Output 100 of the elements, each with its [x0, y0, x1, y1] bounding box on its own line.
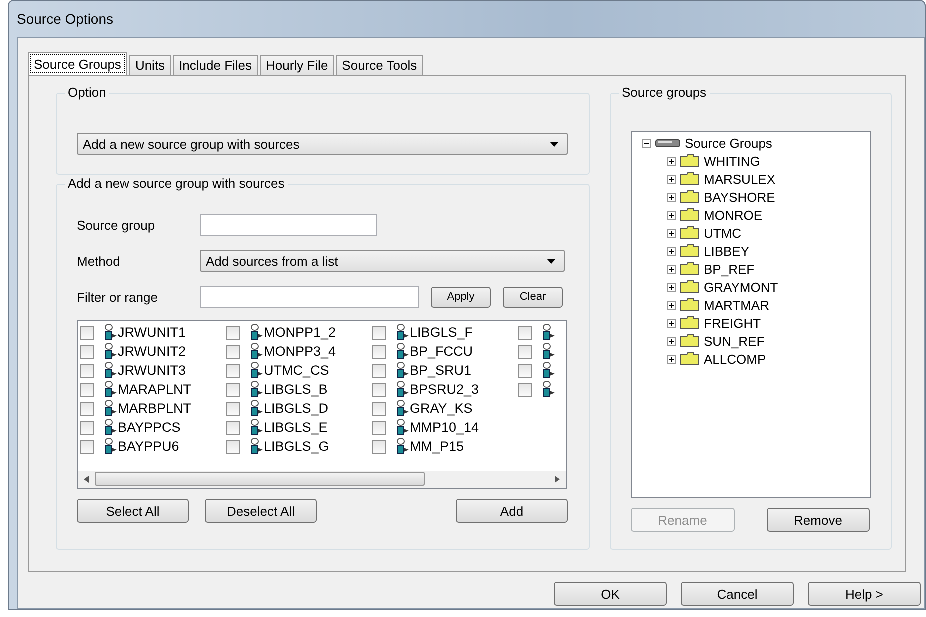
checkbox[interactable]	[372, 402, 386, 416]
tree-item[interactable]: Source Groups	[685, 136, 772, 150]
expander-icon[interactable]	[667, 354, 676, 364]
checkbox[interactable]	[226, 402, 240, 416]
source-name: JRWUNIT2	[118, 344, 186, 359]
tab[interactable]: Hourly File	[260, 55, 334, 75]
tree-item[interactable]: GRAYMONT	[704, 280, 778, 294]
folder-icon	[680, 316, 700, 330]
dialog-button[interactable]: Cancel	[681, 582, 794, 606]
tree-item[interactable]: WHITING	[704, 154, 760, 168]
checkbox[interactable]	[518, 382, 532, 396]
tree-item[interactable]: UTMC	[704, 226, 742, 240]
folder-icon	[680, 280, 700, 294]
method-dropdown[interactable]: Add sources from a list	[200, 250, 565, 272]
checkbox[interactable]	[372, 364, 386, 378]
cylinder-icon	[104, 419, 118, 436]
cylinder-icon	[396, 400, 410, 417]
checkbox[interactable]	[80, 364, 94, 378]
expander-icon[interactable]	[667, 246, 676, 256]
cylinder-icon	[104, 324, 118, 341]
checkbox[interactable]	[372, 440, 386, 454]
remove-button[interactable]: Remove	[766, 508, 870, 532]
checkbox[interactable]	[372, 344, 386, 358]
source-name: MMP10_14	[410, 420, 480, 435]
checkbox[interactable]	[226, 420, 240, 434]
expander-icon[interactable]	[667, 174, 676, 184]
tree-item[interactable]: SUN_REF	[704, 334, 765, 348]
checkbox[interactable]	[226, 344, 240, 358]
source-name: BPSRU2_3	[410, 382, 480, 397]
field-label: Filter or range	[77, 290, 159, 304]
cylinder-icon	[104, 343, 118, 360]
tab[interactable]: Source Tools	[336, 55, 424, 75]
tab[interactable]: Include Files	[173, 55, 258, 75]
apply-button[interactable]: Apply	[431, 286, 491, 308]
expander-icon[interactable]	[667, 282, 676, 292]
tree-item[interactable]: LIBBEY	[704, 244, 750, 258]
folder-icon	[680, 190, 700, 204]
expander-icon[interactable]	[667, 300, 676, 310]
cylinder-icon	[396, 381, 410, 398]
clear-button[interactable]: Clear	[503, 286, 563, 308]
expander-icon[interactable]	[667, 228, 676, 238]
cylinder-icon	[250, 362, 264, 379]
tree-item[interactable]: BP_REF	[704, 262, 755, 276]
dialog-button[interactable]: Help >	[808, 582, 921, 606]
checkbox[interactable]	[518, 364, 532, 378]
tree-item[interactable]: MARTMAR	[704, 298, 770, 312]
expander-icon[interactable]	[667, 156, 676, 166]
folder-icon	[680, 334, 700, 348]
right-arrow-icon[interactable]	[555, 476, 560, 483]
filter-field[interactable]	[200, 286, 419, 308]
checkbox[interactable]	[518, 326, 532, 340]
checkbox[interactable]	[518, 344, 532, 358]
checkbox[interactable]	[226, 382, 240, 396]
source-name: GRAY_KS	[410, 401, 473, 416]
source-name: BAYPPU6	[118, 439, 180, 454]
source-name: MONPP1_2	[264, 325, 336, 340]
checkbox[interactable]	[226, 440, 240, 454]
folder-icon	[680, 244, 700, 258]
group-title: Source groups	[619, 85, 710, 100]
checkbox[interactable]	[80, 402, 94, 416]
source-group-field[interactable]	[200, 214, 377, 236]
checkbox[interactable]	[372, 326, 386, 340]
folder-icon	[680, 262, 700, 276]
checkbox[interactable]	[80, 382, 94, 396]
checkbox[interactable]	[80, 440, 94, 454]
group-title: Add a new source group with sources	[65, 176, 288, 191]
checkbox[interactable]	[80, 420, 94, 434]
cylinder-icon	[250, 438, 264, 455]
expander-icon[interactable]	[667, 264, 676, 274]
checkbox[interactable]	[226, 364, 240, 378]
source-name: MONPP3_4	[264, 344, 336, 359]
horizontal-scrollbar[interactable]	[78, 471, 566, 488]
expander-icon[interactable]	[667, 210, 676, 220]
select-all-button[interactable]: Select All	[77, 499, 189, 523]
expander-icon[interactable]	[667, 318, 676, 328]
tree-item[interactable]: ALLCOMP	[704, 352, 766, 366]
tree-item[interactable]: MARSULEX	[704, 172, 776, 186]
checkbox[interactable]	[80, 326, 94, 340]
source-name: MARAPLNT	[118, 382, 192, 397]
tab[interactable]: Units	[129, 55, 172, 75]
tab[interactable]: Source Groups	[28, 52, 128, 75]
dialog-button[interactable]: OK	[554, 582, 667, 606]
checkbox[interactable]	[80, 344, 94, 358]
checkbox[interactable]	[226, 326, 240, 340]
cylinder-icon	[250, 324, 264, 341]
cylinder-icon	[396, 324, 410, 341]
cylinder-icon	[542, 381, 556, 398]
checkbox[interactable]	[372, 382, 386, 396]
tree-item[interactable]: FREIGHT	[704, 316, 762, 330]
expander-icon[interactable]	[667, 336, 676, 346]
option-dropdown[interactable]: Add a new source group with sources	[77, 133, 568, 155]
expander-icon[interactable]	[642, 138, 651, 148]
expander-icon[interactable]	[667, 192, 676, 202]
tree-item[interactable]: MONROE	[704, 208, 762, 222]
checkbox[interactable]	[372, 420, 386, 434]
left-arrow-icon[interactable]	[84, 476, 89, 483]
tree-item[interactable]: BAYSHORE	[704, 190, 776, 204]
add-button[interactable]: Add	[456, 499, 568, 523]
cylinder-icon	[250, 419, 264, 436]
deselect-all-button[interactable]: Deselect All	[205, 499, 317, 523]
